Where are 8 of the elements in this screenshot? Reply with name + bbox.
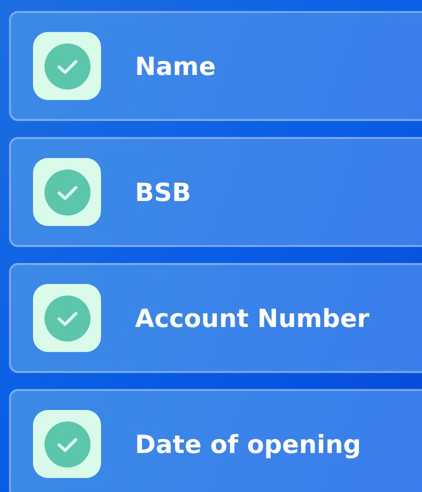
field-label: BSB xyxy=(135,178,192,206)
field-card[interactable]: Account Number xyxy=(9,263,422,373)
field-card[interactable]: Date of opening xyxy=(9,389,422,492)
field-label: Date of opening xyxy=(135,430,362,458)
field-label: Account Number xyxy=(135,304,370,332)
field-card[interactable]: BSB xyxy=(9,137,422,247)
field-label: Name xyxy=(135,52,216,80)
field-card[interactable]: Name xyxy=(9,11,422,121)
